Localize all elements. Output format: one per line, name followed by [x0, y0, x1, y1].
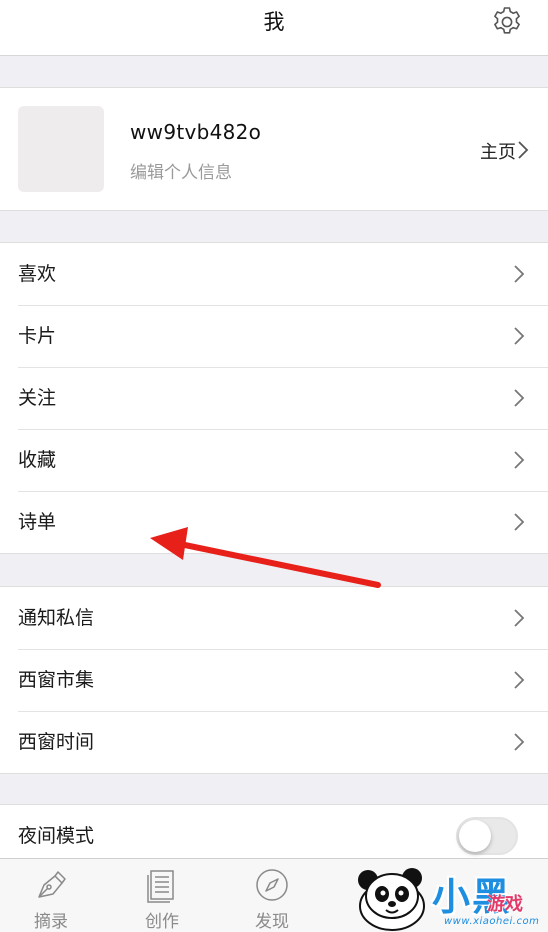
profile-card[interactable]: ww9tvb482o 编辑个人信息 主页 [0, 87, 548, 211]
page-title: 我 [263, 10, 285, 34]
menu-item-likes[interactable]: 喜欢 [0, 243, 548, 305]
chevron-right-icon [514, 609, 525, 627]
tab-label: 摘录 [34, 912, 68, 932]
menu-item-following[interactable]: 关注 [0, 367, 548, 429]
homepage-link[interactable]: 主页 [480, 138, 516, 164]
username: ww9tvb482o [130, 120, 262, 144]
pen-nib-icon [38, 871, 66, 898]
me-page: 我 ww9tvb482o 编辑个人信息 主页 喜欢 卡片 关注 收藏 诗单 通知… [0, 0, 548, 932]
chevron-right-icon [518, 141, 529, 159]
menu-item-label: 关注 [18, 387, 57, 409]
top-navbar: 我 [0, 0, 548, 56]
chevron-right-icon [514, 513, 525, 531]
watermark-logo: 小黑 游戏 www.xiaohei.com [352, 862, 548, 932]
menu-item-poem-lists[interactable]: 诗单 [0, 491, 548, 553]
compass-icon [256, 869, 288, 901]
chevron-right-icon [514, 265, 525, 283]
menu-item-label: 通知私信 [18, 607, 95, 629]
menu-item-label: 诗单 [18, 511, 57, 533]
menu-item-favorites[interactable]: 收藏 [0, 429, 548, 491]
menu-item-market[interactable]: 西窗市集 [0, 649, 548, 711]
edit-profile-link[interactable]: 编辑个人信息 [130, 158, 232, 183]
menu-group-settings: 夜间模式 [0, 804, 548, 864]
gear-icon[interactable] [490, 5, 524, 39]
menu-group-content: 喜欢 卡片 关注 收藏 诗单 [0, 242, 548, 554]
watermark-url: www.xiaohei.com [444, 916, 540, 927]
menu-item-cards[interactable]: 卡片 [0, 305, 548, 367]
document-icon [147, 870, 174, 903]
chevron-right-icon [514, 327, 525, 345]
tab-label: 创作 [145, 912, 179, 932]
chevron-right-icon [514, 733, 525, 751]
avatar[interactable] [18, 106, 104, 192]
menu-item-notifications[interactable]: 通知私信 [0, 587, 548, 649]
tab-excerpt[interactable]: 摘录 [1, 859, 101, 932]
menu-item-time[interactable]: 西窗时间 [0, 711, 548, 773]
tab-discover[interactable]: 发现 [222, 859, 322, 932]
night-mode-toggle[interactable] [456, 817, 518, 855]
menu-item-label: 喜欢 [18, 263, 57, 285]
chevron-right-icon [514, 389, 525, 407]
tab-create[interactable]: 创作 [112, 859, 212, 932]
menu-item-label: 收藏 [18, 449, 57, 471]
menu-item-label: 卡片 [18, 325, 57, 347]
chevron-right-icon [514, 671, 525, 689]
tab-label: 发现 [255, 912, 289, 932]
panda-mascot-icon [358, 868, 425, 931]
menu-item-label: 西窗时间 [18, 731, 95, 753]
menu-item-label: 西窗市集 [18, 669, 95, 691]
menu-group-services: 通知私信 西窗市集 西窗时间 [0, 586, 548, 774]
watermark-subtext: 游戏 [487, 894, 523, 915]
chevron-right-icon [514, 451, 525, 469]
toggle-knob [459, 820, 491, 852]
